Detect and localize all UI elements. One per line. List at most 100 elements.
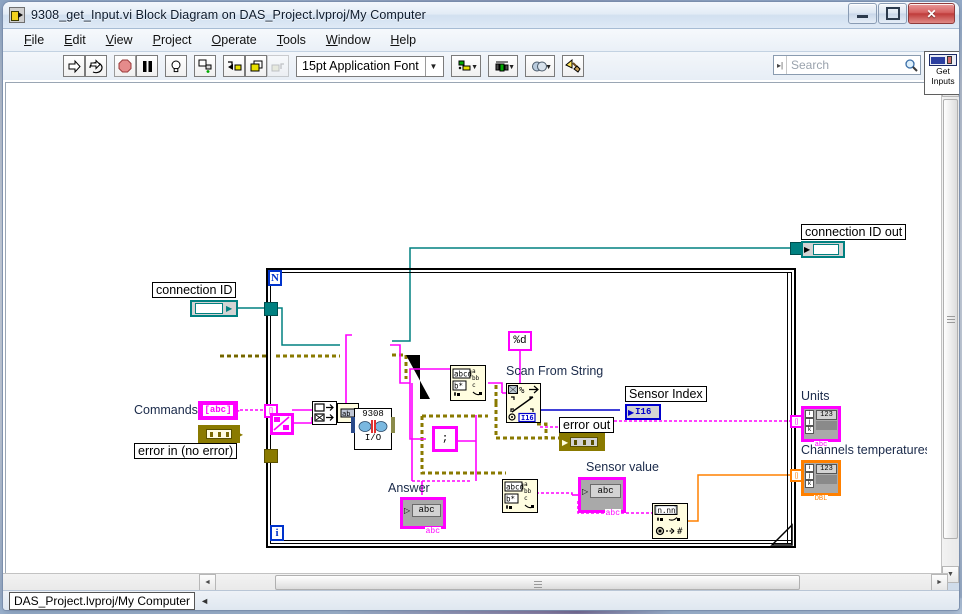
error-out-label: error out — [559, 417, 615, 433]
for-loop-corner-fold — [770, 523, 793, 546]
chevron-down-icon[interactable]: ▼ — [545, 64, 552, 71]
font-selector[interactable]: 15pt Application Font ▼ — [296, 55, 444, 77]
clean-up-diagram-button[interactable] — [562, 55, 584, 77]
channels-type-badge: DBL — [813, 495, 829, 503]
chevron-down-icon[interactable]: ▼ — [471, 64, 478, 71]
labview-block-diagram-window: 9308_get_Input.vi Block Diagram on DAS_P… — [3, 2, 959, 610]
string-subset-node-1[interactable]: abcd a bb c b* — [450, 365, 486, 401]
channels-index-j: j — [805, 472, 814, 480]
pause-icon — [142, 60, 152, 72]
menu-item-view[interactable]: View — [97, 31, 142, 49]
for-loop-right-shadow — [787, 272, 788, 544]
scroll-left-button[interactable]: ◄ — [199, 574, 216, 591]
answer-terminal-row: ▷ abc — [403, 500, 443, 520]
get-inputs-vi-icon-button[interactable]: Get Inputs — [924, 51, 959, 95]
menu-item-help[interactable]: Help — [381, 31, 425, 49]
semicolon-string-constant[interactable]: ; — [432, 426, 458, 452]
search-input[interactable]: Search — [787, 58, 902, 72]
labview-vi-icon — [9, 7, 25, 23]
horizontal-scrollbar[interactable]: ◄ ► — [3, 573, 948, 591]
sensor-index-input-arrow: ▶ — [628, 407, 635, 417]
error-out-cluster-glyph — [570, 437, 599, 447]
chevron-down-icon[interactable]: ▼ — [508, 64, 515, 71]
search-pin-icon[interactable]: ▸| — [774, 56, 787, 74]
run-continuously-button[interactable] — [85, 55, 107, 77]
search-box[interactable]: ▸| Search — [773, 55, 921, 75]
units-index-i: i — [805, 410, 814, 418]
maximize-button[interactable] — [878, 3, 907, 24]
connection-id-terminal[interactable]: ▶ — [190, 300, 238, 317]
connection-id-out-label: connection ID out — [801, 224, 907, 240]
connection-id-out-input-arrow: ▶ — [804, 245, 811, 254]
channels-temperatures-terminal[interactable]: i j k 123 DBL — [801, 460, 841, 503]
scroll-right-button[interactable]: ► — [931, 574, 948, 591]
loop-count-terminal[interactable]: N — [268, 270, 282, 286]
step-over-button[interactable] — [245, 55, 267, 77]
units-terminal[interactable]: i j k 123 abc — [801, 406, 841, 449]
menu-item-project[interactable]: Project — [144, 31, 201, 49]
highlight-execution-button[interactable] — [165, 55, 187, 77]
menu-item-operate[interactable]: Operate — [203, 31, 266, 49]
retain-wire-values-button[interactable] — [194, 55, 216, 77]
abort-execution-button[interactable] — [114, 55, 136, 77]
horizontal-scroll-thumb[interactable] — [275, 575, 800, 590]
concatenate-strings-node[interactable] — [312, 401, 337, 425]
answer-terminal[interactable]: ▷ abc abc — [400, 497, 446, 536]
string-subset-node-2[interactable]: abcd a bb c b* — [502, 479, 538, 513]
run-continuously-icon — [89, 58, 103, 73]
close-button[interactable]: ✕ — [908, 3, 955, 24]
svg-text:ab: ab — [342, 410, 350, 418]
string-subset-glyph-1: abcd a bb c b* — [452, 368, 482, 396]
run-button[interactable] — [63, 55, 85, 77]
answer-type-badge: abc — [424, 527, 441, 536]
loop-tunnel-connection-id[interactable] — [264, 302, 278, 316]
sensor-index-terminal[interactable]: ▶ I16 — [625, 404, 661, 420]
commands-array-abc-glyph: [abc] — [203, 405, 233, 416]
visa-node-center-glyph — [355, 420, 391, 433]
search-icon[interactable] — [902, 56, 920, 74]
loop-iteration-terminal[interactable]: i — [270, 525, 284, 541]
menu-item-tools[interactable]: Tools — [268, 31, 315, 49]
menu-item-window[interactable]: Window — [317, 31, 379, 49]
title-bar: 9308_get_Input.vi Block Diagram on DAS_P… — [3, 2, 959, 29]
pause-button[interactable] — [136, 55, 158, 77]
auto-index-tunnel-glyph-channels: [] — [794, 472, 799, 479]
svg-text:bb: bb — [524, 488, 532, 495]
channels-array-fill — [816, 475, 837, 484]
block-diagram-canvas[interactable]: N i connection ID ▶ Commands [abc] ▶ err… — [5, 82, 927, 578]
index-array-glyph — [273, 416, 290, 431]
chevron-down-icon[interactable]: ▼ — [425, 56, 441, 76]
error-out-terminal[interactable]: ▶ — [559, 433, 605, 451]
align-objects-button[interactable]: ▼ — [451, 55, 481, 77]
reorder-button[interactable]: ▼ — [525, 55, 555, 77]
status-collapse-arrow[interactable]: ◄ — [200, 596, 209, 606]
vertical-scrollbar[interactable]: ▲ ▼ — [941, 80, 959, 583]
channels-index-k: k — [805, 480, 814, 488]
commands-terminal[interactable]: [abc] ▶ — [198, 401, 240, 420]
sensor-value-terminal[interactable]: ▷ abc abc — [578, 477, 626, 518]
index-array-node[interactable] — [270, 413, 294, 435]
connection-id-out-refnum-glyph — [813, 244, 840, 255]
fract-exp-string-to-number-node[interactable]: n.nn # — [652, 503, 688, 539]
sensor-value-input-arrow: ▷ — [582, 486, 589, 496]
vertical-scroll-thumb[interactable] — [943, 99, 958, 539]
menu-item-edit[interactable]: Edit — [55, 31, 95, 49]
auto-index-tunnel-glyph-units: [] — [794, 418, 799, 425]
window-title: 9308_get_Input.vi Block Diagram on DAS_P… — [31, 8, 426, 22]
error-in-terminal[interactable]: ▶ — [198, 425, 243, 443]
connection-id-label: connection ID — [152, 282, 237, 298]
units-label: Units — [801, 389, 830, 403]
svg-text:#: # — [677, 527, 683, 537]
connection-id-out-terminal[interactable]: ▶ — [801, 241, 845, 258]
minimize-button[interactable] — [848, 3, 877, 24]
visa-9308-node[interactable]: 9308 I/O — [354, 408, 392, 450]
menu-item-file[interactable]: File — [15, 31, 53, 49]
format-string-constant[interactable]: %d — [508, 331, 532, 351]
scan-from-string-node[interactable]: % I16 — [506, 383, 541, 423]
window-controls: ✕ — [848, 3, 955, 24]
step-into-button[interactable] — [223, 55, 245, 77]
visa-node-right-terminal — [391, 417, 395, 433]
distribute-objects-button[interactable]: ▼ — [488, 55, 518, 77]
svg-text:abcd: abcd — [506, 483, 524, 492]
loop-tunnel-error-in[interactable] — [264, 449, 278, 463]
